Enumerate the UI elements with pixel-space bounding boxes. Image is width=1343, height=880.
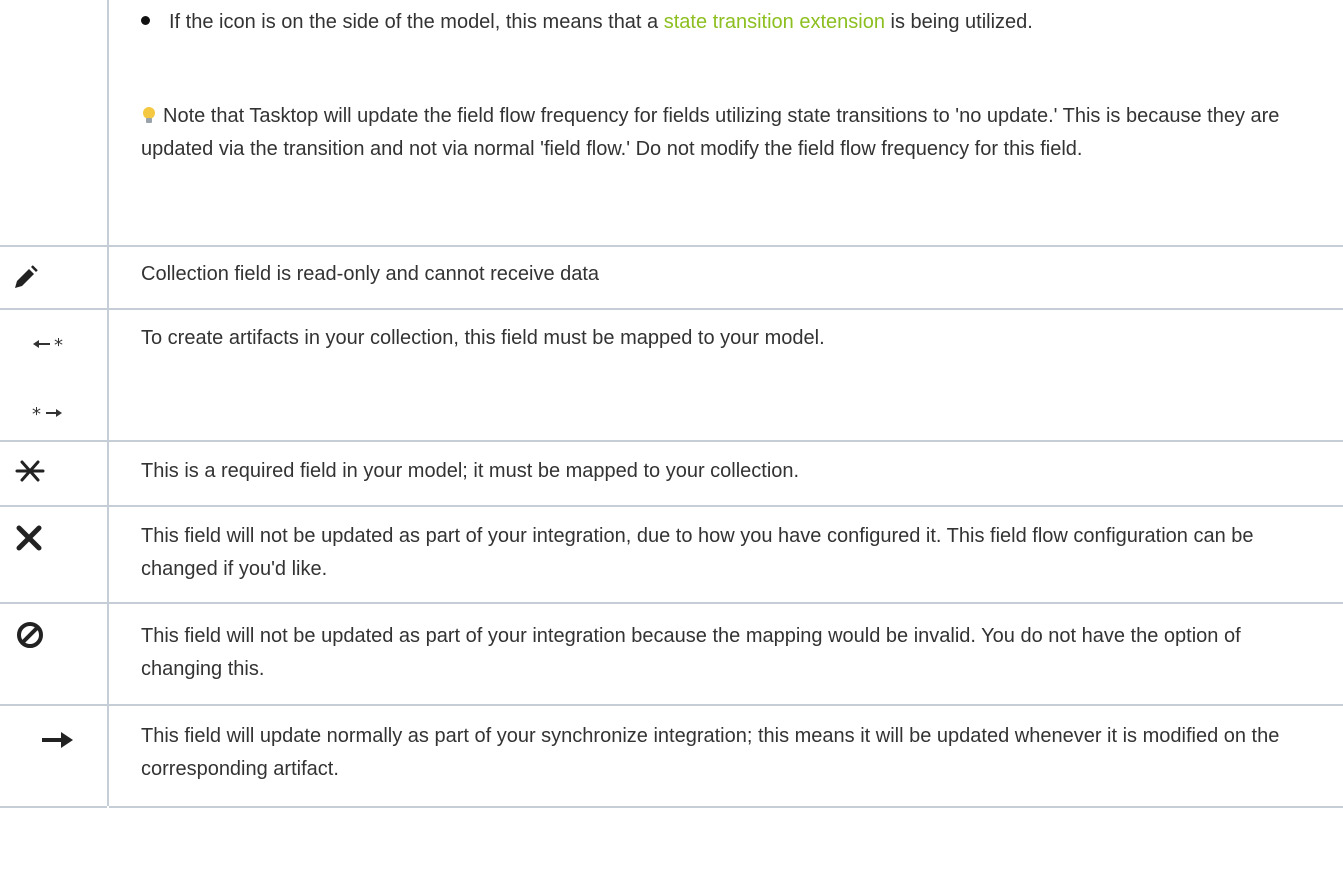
icon-cell (0, 706, 107, 806)
svg-text:*: * (54, 335, 63, 356)
row-description: This field will not be updated as part o… (141, 625, 1241, 680)
row-description: Collection field is read-only and cannot… (141, 263, 600, 285)
bullet-text: If the icon is on the side of the model,… (169, 11, 1033, 33)
table-row: This is a required field in your model; … (0, 442, 1343, 507)
description-cell: This field will not be updated as part o… (107, 604, 1343, 704)
description-cell: This field will update normally as part … (107, 706, 1343, 806)
row-description: This field will not be updated as part o… (141, 525, 1254, 580)
pencil-slash-icon (15, 262, 41, 288)
table-row: This field will update normally as part … (0, 706, 1343, 808)
icon-cell (0, 604, 107, 704)
asterisk-icon (15, 460, 45, 482)
icon-cell-empty (0, 0, 107, 245)
description-cell: To create artifacts in your collection, … (107, 310, 1343, 440)
icon-legend-table: If the icon is on the side of the model,… (0, 0, 1343, 880)
state-transition-extension-link[interactable]: state transition extension (664, 11, 885, 33)
arrow-asterisk-icon: * * (32, 335, 63, 425)
arrow-right-icon (42, 732, 73, 748)
svg-text:*: * (32, 404, 41, 425)
icon-cell: * * (0, 310, 107, 440)
table-row: This field will not be updated as part o… (0, 604, 1343, 706)
description-cell: If the icon is on the side of the model,… (107, 0, 1343, 245)
bullet-icon (141, 16, 150, 25)
table-left-border-tail (107, 806, 109, 880)
lightbulb-icon (143, 107, 155, 123)
x-icon (16, 525, 42, 551)
description-cell: This is a required field in your model; … (107, 442, 1343, 505)
description-cell: Collection field is read-only and cannot… (107, 245, 1343, 308)
table-row: * * To create artifacts in your collecti… (0, 310, 1343, 442)
table-row: This field will not be updated as part o… (0, 507, 1343, 604)
row-description: This is a required field in your model; … (141, 460, 800, 482)
row-description: To create artifacts in your collection, … (141, 327, 825, 349)
note-paragraph: Note that Tasktop will update the field … (141, 105, 1280, 160)
table-row: If the icon is on the side of the model,… (0, 0, 1343, 247)
icon-cell (0, 245, 107, 308)
icon-cell (0, 442, 107, 505)
description-cell: This field will not be updated as part o… (107, 507, 1343, 602)
row-description: This field will update normally as part … (141, 725, 1280, 780)
prohibited-icon (17, 622, 43, 648)
table-row: Collection field is read-only and cannot… (0, 245, 1343, 310)
icon-cell (0, 507, 107, 602)
